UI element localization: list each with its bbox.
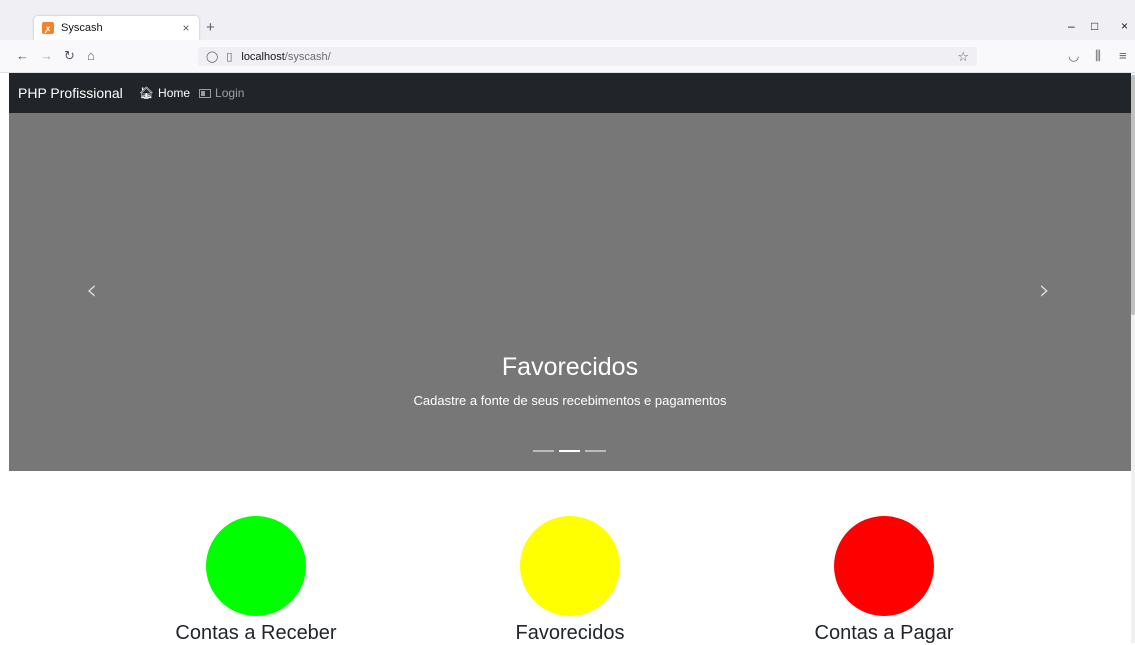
carousel-next-icon[interactable]: › — [1039, 273, 1050, 306]
browser-toolbar: ← → ↻ ⌂ ◯ ▯ localhost/syscash/ ☆ ◡ ⫼ ≡ — [0, 40, 1135, 73]
pocket-icon[interactable]: ◡ — [1068, 49, 1079, 63]
shield-icon[interactable]: ◯ — [206, 50, 218, 63]
nav-link-login-label: Login — [215, 86, 245, 100]
carousel-indicator-2[interactable] — [559, 450, 580, 452]
tab-title: Syscash — [61, 22, 103, 34]
maximize-icon[interactable]: □ — [1091, 19, 1098, 33]
hero-carousel: ‹ › Favorecidos Cadastre a fonte de seus… — [9, 113, 1131, 471]
bookmark-star-icon[interactable]: ☆ — [957, 49, 969, 65]
tab-close-icon[interactable]: × — [177, 21, 195, 35]
site-navbar: PHP Profissional 🏠︎ Home Login — [9, 73, 1131, 113]
nav-link-home[interactable]: 🏠︎ Home — [139, 86, 190, 100]
reload-icon[interactable]: ↻ — [64, 49, 75, 63]
nav-link-login[interactable]: Login — [199, 86, 244, 100]
url-host: localhost — [241, 50, 285, 63]
nav-link-home-label: Home — [158, 86, 191, 100]
url-path: /syscash/ — [284, 50, 331, 63]
browser-tab-strip: ꭗ Syscash × + – □ × — [0, 0, 1135, 40]
yellow-circle — [520, 516, 620, 616]
browser-tab[interactable]: ꭗ Syscash × — [34, 16, 199, 40]
feature-contas-pagar: Contas a Pagar — [784, 516, 984, 645]
scrollbar-thumb[interactable] — [1131, 75, 1135, 315]
feature-label: Contas a Receber — [175, 622, 337, 644]
carousel-subtitle: Cadastre a fonte de seus recebimentos e … — [413, 393, 727, 408]
url-bar[interactable]: ◯ ▯ localhost/syscash/ ☆ — [198, 47, 977, 66]
back-arrow-icon[interactable]: ← — [16, 49, 29, 63]
id-card-icon — [199, 88, 212, 98]
page-scrollbar[interactable] — [1131, 73, 1135, 643]
carousel-prev-icon[interactable]: ‹ — [86, 273, 97, 306]
carousel-indicators — [533, 450, 606, 452]
xampp-favicon-icon: ꭗ — [42, 22, 54, 34]
forward-arrow-icon[interactable]: → — [40, 49, 53, 63]
feature-label: Favorecidos — [515, 622, 625, 644]
green-circle — [206, 516, 306, 616]
carousel-title: Favorecidos — [501, 353, 639, 381]
feature-label: Contas a Pagar — [814, 622, 954, 644]
minimize-icon[interactable]: – — [1068, 19, 1075, 33]
new-tab-icon[interactable]: + — [206, 19, 215, 36]
carousel-indicator-1[interactable] — [533, 450, 554, 452]
menu-icon[interactable]: ≡ — [1119, 49, 1127, 63]
home-icon[interactable]: ⌂ — [87, 49, 95, 63]
navbar-brand[interactable]: PHP Profissional — [18, 85, 123, 101]
feature-contas-receber: Contas a Receber — [156, 516, 356, 645]
carousel-indicator-3[interactable] — [585, 450, 606, 452]
page-icon: ▯ — [226, 51, 233, 63]
window-close-icon[interactable]: × — [1121, 19, 1128, 33]
library-icon[interactable]: ⫼ — [1095, 49, 1101, 63]
feature-favorecidos: Favorecidos — [470, 516, 670, 645]
red-circle — [834, 516, 934, 616]
home-icon: 🏠︎ — [138, 86, 155, 100]
